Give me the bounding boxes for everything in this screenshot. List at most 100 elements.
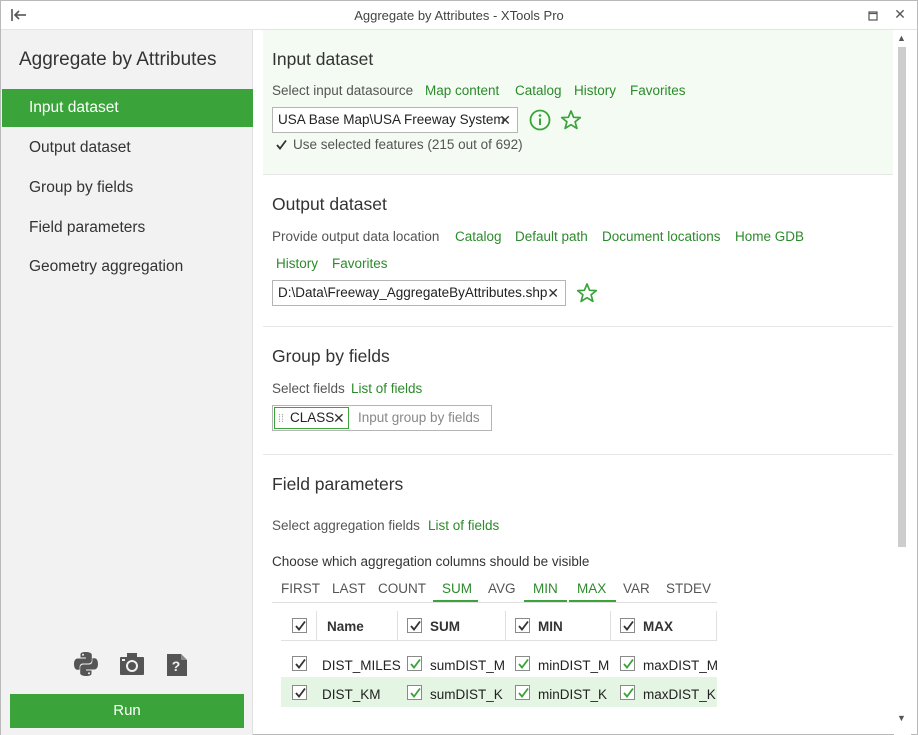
row-sum-field[interactable]: sumDIST_K: [430, 687, 503, 702]
tab-first[interactable]: FIRST: [281, 581, 320, 596]
tab-min[interactable]: MIN: [533, 581, 558, 596]
grid-divider: [716, 611, 717, 641]
clear-input-icon[interactable]: ✕: [499, 108, 511, 132]
row-max-checkbox[interactable]: [620, 656, 635, 671]
use-selected-checkbox[interactable]: [274, 138, 289, 153]
grid-divider: [610, 611, 611, 641]
max-column-header[interactable]: MAX: [643, 619, 673, 634]
field-parameters-title: Field parameters: [272, 474, 404, 494]
min-column-checkbox[interactable]: [515, 618, 530, 633]
row-name: DIST_KM: [322, 687, 381, 702]
help-icon[interactable]: ?: [163, 650, 193, 678]
sum-column-checkbox[interactable]: [407, 618, 422, 633]
group-by-input[interactable]: ⁞⁞ CLASS ✕ Input group by fields: [272, 405, 492, 431]
tab-last[interactable]: LAST: [332, 581, 366, 596]
group-by-title: Group by fields: [272, 346, 390, 366]
maximize-icon[interactable]: [867, 9, 879, 21]
info-icon[interactable]: [529, 109, 551, 134]
group-by-placeholder: Input group by fields: [358, 410, 480, 425]
tab-max[interactable]: MAX: [577, 581, 606, 596]
aggregation-fields-label: Select aggregation fields: [272, 518, 420, 533]
history-link[interactable]: History: [574, 83, 616, 98]
select-fields-label: Select fields: [272, 381, 345, 396]
favorite-star-icon[interactable]: [560, 109, 582, 134]
row-min-field[interactable]: minDIST_K: [538, 687, 607, 702]
tab-var[interactable]: VAR: [623, 581, 650, 596]
sidebar-item-field-parameters[interactable]: Field parameters: [2, 209, 253, 247]
columns-visible-label: Choose which aggregation columns should …: [272, 554, 590, 569]
select-all-checkbox[interactable]: [292, 618, 307, 633]
sidebar-item-geometry-aggregation[interactable]: Geometry aggregation: [2, 248, 253, 286]
row-max-field[interactable]: maxDIST_K: [643, 687, 716, 702]
output-location-label: Provide output data location: [272, 229, 440, 244]
document-locations-link[interactable]: Document locations: [602, 229, 721, 244]
tabs-divider: [272, 602, 717, 603]
output-location-field[interactable]: D:\Data\Freeway_AggregateByAttributes.sh…: [272, 280, 566, 306]
default-path-link[interactable]: Default path: [515, 229, 588, 244]
app-window: Aggregate by Attributes - XTools Pro ✕ A…: [0, 0, 918, 735]
drag-handle-icon[interactable]: ⁞⁞: [278, 407, 284, 431]
remove-tag-icon[interactable]: ✕: [333, 406, 345, 430]
python-icon[interactable]: [72, 650, 102, 678]
row-min-field[interactable]: minDIST_M: [538, 658, 609, 673]
output-catalog-link[interactable]: Catalog: [455, 229, 502, 244]
fields-list-of-fields-link[interactable]: List of fields: [428, 518, 499, 533]
max-column-checkbox[interactable]: [620, 618, 635, 633]
row-checkbox[interactable]: [292, 656, 307, 671]
svg-text:?: ?: [172, 658, 181, 674]
field-parameters-section: Field parameters Select aggregation fiel…: [263, 455, 893, 735]
row-sum-checkbox[interactable]: [407, 685, 422, 700]
input-source-label: Select input datasource: [272, 83, 414, 98]
grid-divider: [397, 611, 398, 641]
favorites-link[interactable]: Favorites: [630, 83, 686, 98]
group-list-of-fields-link[interactable]: List of fields: [351, 381, 422, 396]
group-by-section: Group by fields Select fields List of fi…: [263, 327, 893, 455]
use-selected-label: Use selected features (215 out of 692): [293, 137, 523, 152]
scroll-up-icon[interactable]: ▲: [897, 33, 906, 43]
map-content-link[interactable]: Map content: [425, 83, 499, 98]
grid-divider: [316, 611, 317, 641]
scrollbar-thumb[interactable]: [898, 47, 906, 547]
output-dataset-title: Output dataset: [272, 194, 387, 214]
tab-stdev[interactable]: STDEV: [666, 581, 711, 596]
output-dataset-section: Output dataset Provide output data locat…: [263, 175, 893, 327]
row-max-field[interactable]: maxDIST_M: [643, 658, 718, 673]
sum-column-header[interactable]: SUM: [430, 619, 460, 634]
window-title: Aggregate by Attributes - XTools Pro: [354, 8, 564, 23]
grid-divider: [505, 611, 506, 641]
row-max-checkbox[interactable]: [620, 685, 635, 700]
run-button[interactable]: Run: [10, 694, 244, 728]
vertical-scrollbar[interactable]: ▲ ▼: [894, 30, 911, 735]
name-column-header[interactable]: Name: [327, 619, 364, 634]
input-dataset-title: Input dataset: [272, 49, 374, 69]
camera-icon[interactable]: [118, 650, 148, 678]
row-min-checkbox[interactable]: [515, 685, 530, 700]
sidebar-item-output-dataset[interactable]: Output dataset: [2, 129, 253, 167]
catalog-link[interactable]: Catalog: [515, 83, 562, 98]
output-favorite-star-icon[interactable]: [576, 282, 598, 307]
output-history-link[interactable]: History: [276, 256, 318, 271]
main-panel: Input dataset Select input datasource Ma…: [254, 30, 917, 735]
tab-avg[interactable]: AVG: [488, 581, 516, 596]
row-min-checkbox[interactable]: [515, 656, 530, 671]
tab-count[interactable]: COUNT: [378, 581, 426, 596]
input-datasource-value: USA Base Map\USA Freeway System: [278, 112, 505, 127]
sidebar-item-group-by-fields[interactable]: Group by fields: [2, 169, 253, 207]
row-name: DIST_MILES: [322, 658, 401, 673]
sidebar: Aggregate by Attributes Input dataset Ou…: [1, 30, 253, 735]
tab-sum[interactable]: SUM: [442, 581, 472, 596]
class-tag-label: CLASS: [290, 410, 335, 425]
output-favorites-link[interactable]: Favorites: [332, 256, 388, 271]
title-bar: Aggregate by Attributes - XTools Pro ✕: [1, 1, 917, 30]
home-gdb-link[interactable]: Home GDB: [735, 229, 804, 244]
output-location-value: D:\Data\Freeway_AggregateByAttributes.sh…: [278, 285, 548, 300]
close-icon[interactable]: ✕: [893, 7, 907, 21]
sidebar-item-input-dataset[interactable]: Input dataset: [2, 89, 253, 127]
input-datasource-field[interactable]: USA Base Map\USA Freeway System ✕: [272, 107, 518, 133]
row-sum-field[interactable]: sumDIST_M: [430, 658, 505, 673]
scroll-down-icon[interactable]: ▼: [897, 713, 906, 723]
clear-output-icon[interactable]: ✕: [547, 281, 559, 305]
row-sum-checkbox[interactable]: [407, 656, 422, 671]
min-column-header[interactable]: MIN: [538, 619, 563, 634]
row-checkbox[interactable]: [292, 685, 307, 700]
